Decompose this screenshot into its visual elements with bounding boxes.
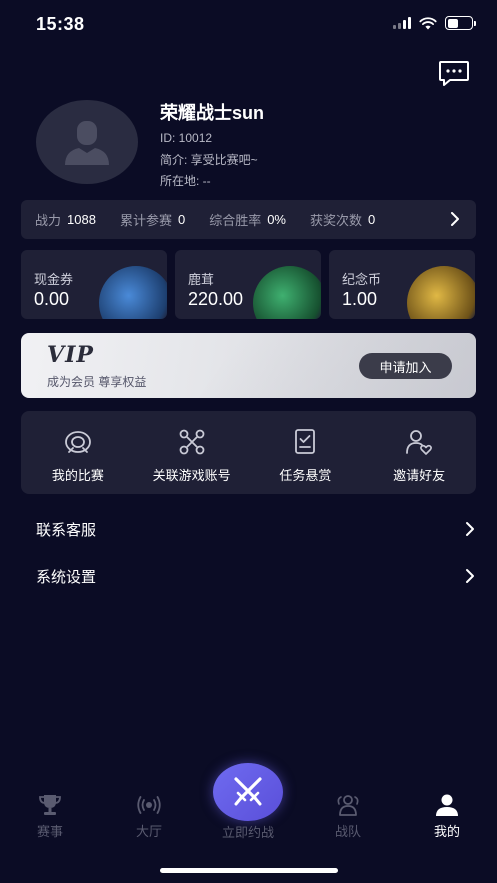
stat-winrate: 综合胜率 0% bbox=[209, 210, 286, 229]
tab-team[interactable]: 战队 bbox=[313, 793, 383, 840]
feature-label: 邀请好友 bbox=[393, 468, 446, 483]
wallet-label: 纪念币 bbox=[342, 272, 382, 287]
menu-label: 系统设置 bbox=[36, 568, 97, 586]
wallet-value: 220.00 bbox=[188, 289, 244, 309]
invite-friend-icon bbox=[406, 430, 433, 455]
quick-battle-button[interactable] bbox=[213, 763, 283, 821]
antler-coin-icon bbox=[253, 266, 321, 319]
stat-label: 累计参赛 bbox=[119, 213, 172, 228]
tab-mine[interactable]: 我的 bbox=[412, 793, 482, 840]
user-icon bbox=[436, 794, 458, 816]
user-bio: 简介: 享受比赛吧~ bbox=[160, 153, 258, 167]
crossed-swords-icon bbox=[234, 777, 262, 806]
wifi-icon bbox=[419, 16, 437, 29]
feature-panel: 我的比赛 关联游戏账号 任务悬赏 邀请好友 bbox=[21, 411, 476, 494]
tab-label: 赛事 bbox=[36, 824, 63, 839]
status-bar: 15:38 bbox=[0, 0, 497, 50]
team-icon bbox=[337, 795, 359, 816]
feature-invite-friends[interactable]: 邀请好友 bbox=[362, 411, 476, 494]
feature-my-matches[interactable]: 我的比赛 bbox=[21, 411, 135, 494]
feature-label: 我的比赛 bbox=[51, 468, 104, 483]
feature-label: 关联游戏账号 bbox=[152, 468, 231, 483]
menu-system-settings[interactable]: 系统设置 bbox=[36, 561, 476, 591]
battery-icon bbox=[445, 16, 476, 30]
stat-value: 0% bbox=[267, 212, 286, 227]
task-check-icon bbox=[295, 429, 316, 454]
menu-contact-service[interactable]: 联系客服 bbox=[36, 514, 476, 544]
wallet-card-cash[interactable]: 现金券 0.00 bbox=[21, 250, 167, 319]
stat-power: 战力 1088 bbox=[35, 210, 96, 229]
stat-label: 综合胜率 bbox=[209, 213, 262, 228]
stat-value: 1088 bbox=[67, 212, 96, 227]
target-icon bbox=[64, 431, 91, 453]
vip-apply-button[interactable]: 申请加入 bbox=[359, 353, 452, 379]
stat-label: 获奖次数 bbox=[310, 213, 363, 228]
broadcast-icon bbox=[137, 796, 161, 814]
tab-label: 战队 bbox=[334, 824, 361, 839]
feature-label: 任务悬赏 bbox=[279, 468, 332, 483]
tab-label[interactable]: 立即约战 bbox=[198, 822, 298, 841]
ticket-coin-icon bbox=[99, 266, 167, 319]
username: 荣耀战士sun bbox=[160, 103, 265, 123]
default-avatar-icon bbox=[65, 121, 109, 165]
chevron-right-icon bbox=[466, 522, 474, 536]
stats-bar[interactable]: 战力 1088 累计参赛 0 综合胜率 0% 获奖次数 0 bbox=[21, 200, 476, 239]
stat-awards: 获奖次数 0 bbox=[310, 210, 375, 229]
status-icons bbox=[393, 16, 476, 30]
battery-fill bbox=[447, 18, 458, 28]
tab-label: 我的 bbox=[433, 824, 460, 839]
wallet-label: 现金券 bbox=[34, 272, 74, 287]
feature-task-bounty[interactable]: 任务悬赏 bbox=[249, 411, 363, 494]
wallet-card-antler[interactable]: 鹿茸 220.00 bbox=[175, 250, 321, 319]
tab-lobby[interactable]: 大厅 bbox=[114, 793, 184, 840]
vip-card[interactable]: VIP 成为会员 尊享权益 申请加入 bbox=[21, 333, 476, 398]
link-nodes-icon bbox=[179, 429, 205, 455]
stat-value: 0 bbox=[368, 212, 376, 227]
vip-subtitle: 成为会员 尊享权益 bbox=[47, 375, 147, 389]
user-id: ID: 10012 bbox=[160, 131, 213, 145]
tab-label: 大厅 bbox=[135, 824, 162, 839]
signal-icon bbox=[393, 17, 411, 29]
wallet-label: 鹿茸 bbox=[188, 272, 215, 287]
vip-title: VIP bbox=[47, 342, 94, 368]
souvenir-coin-icon bbox=[407, 266, 475, 319]
status-time: 15:38 bbox=[36, 14, 85, 34]
wallet-card-souvenir[interactable]: 纪念币 1.00 bbox=[329, 250, 475, 319]
trophy-icon bbox=[39, 795, 61, 815]
user-location: 所在地: -- bbox=[160, 174, 211, 188]
home-indicator[interactable] bbox=[160, 868, 338, 873]
wallet-value: 1.00 bbox=[342, 289, 378, 309]
feature-link-account[interactable]: 关联游戏账号 bbox=[135, 411, 249, 494]
stat-matches: 累计参赛 0 bbox=[120, 210, 185, 229]
chat-bubble-icon[interactable] bbox=[438, 60, 470, 88]
chevron-right-icon bbox=[466, 569, 474, 583]
tab-events[interactable]: 赛事 bbox=[15, 793, 85, 840]
stat-value: 0 bbox=[177, 212, 186, 227]
menu-label: 联系客服 bbox=[36, 521, 97, 539]
avatar[interactable] bbox=[36, 100, 138, 184]
stat-label: 战力 bbox=[35, 213, 62, 228]
wallet-value: 0.00 bbox=[34, 289, 70, 309]
chevron-right-icon[interactable] bbox=[450, 212, 460, 226]
